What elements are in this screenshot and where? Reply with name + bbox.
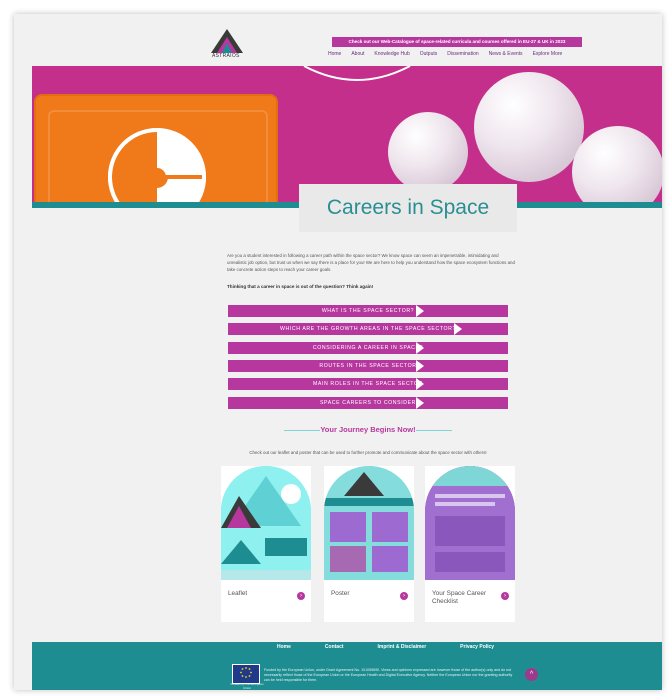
back-to-top-button[interactable]: ^	[525, 668, 538, 681]
footer-link-imprint[interactable]: Imprint & Disclaimer	[378, 644, 427, 650]
card-label: Poster	[331, 590, 350, 597]
eu-caption: Funded by the European Union	[230, 682, 264, 690]
footer-link-home[interactable]: Home	[277, 644, 291, 650]
main-nav: Home About Knowledge Hub Outputs Dissemi…	[328, 51, 562, 57]
arrow-right-icon[interactable]: ›	[501, 592, 509, 600]
footer-links: Home Contact Imprint & Disclaimer Privac…	[277, 644, 494, 650]
poster-thumbnail	[324, 466, 414, 580]
checklist-thumbnail	[425, 466, 515, 580]
arrow-right-icon[interactable]: ›	[400, 592, 408, 600]
topic-label: WHICH ARE THE GROWTH AREAS IN THE SPACE …	[280, 326, 456, 332]
topic-button-considering-career[interactable]: CONSIDERING A CAREER IN SPACE?	[228, 342, 508, 354]
intro-paragraph: Are you a student interested in followin…	[227, 253, 515, 272]
page-title-box: Careers in Space	[299, 184, 517, 232]
site-footer: Home Contact Imprint & Disclaimer Privac…	[32, 642, 662, 690]
card-label: Leaflet	[228, 590, 248, 597]
speech-bubble-icon	[303, 66, 411, 81]
topic-label: WHAT IS THE SPACE SECTOR?	[321, 308, 415, 314]
nav-dissemination[interactable]: Dissemination	[447, 51, 478, 57]
white-sphere-image	[474, 72, 584, 182]
nav-home[interactable]: Home	[328, 51, 341, 57]
topic-button-what-is-space-sector[interactable]: WHAT IS THE SPACE SECTOR?	[228, 305, 508, 317]
nav-explore-more[interactable]: Explore More	[533, 51, 563, 57]
card-label: Your Space Career Checklist	[432, 590, 487, 605]
arrow-right-icon[interactable]: ›	[297, 592, 305, 600]
chevron-right-icon	[416, 397, 424, 409]
topic-button-careers-to-consider[interactable]: SPACE CAREERS TO CONSIDER	[228, 397, 508, 409]
nav-outputs[interactable]: Outputs	[420, 51, 438, 57]
card-leaflet[interactable]: Leaflet ›	[221, 466, 311, 622]
chevron-right-icon	[454, 323, 462, 335]
card-poster[interactable]: Poster ›	[324, 466, 414, 622]
chevron-right-icon	[416, 305, 424, 317]
check-out-text: Check out our leaflet and poster that ca…	[249, 450, 487, 455]
page-title: Careers in Space	[326, 196, 490, 219]
topic-button-growth-areas[interactable]: WHICH ARE THE GROWTH AREAS IN THE SPACE …	[228, 323, 508, 335]
card-checklist[interactable]: Your Space Career Checklist ›	[425, 466, 515, 622]
think-again-text: Thinking that a career in space is out o…	[227, 284, 374, 289]
puzzle-icon	[108, 128, 206, 208]
topic-button-routes[interactable]: ROUTES IN THE SPACE SECTOR	[228, 360, 508, 372]
chevron-right-icon	[416, 360, 424, 372]
white-sphere-image	[388, 112, 468, 192]
divider	[416, 430, 452, 431]
nav-news-events[interactable]: News & Events	[489, 51, 523, 57]
chevron-right-icon	[416, 378, 424, 390]
white-sphere-image	[572, 126, 662, 208]
eu-flag-icon	[232, 664, 260, 684]
promo-banner[interactable]: Check out our Web-Catalogue of space-rel…	[332, 37, 582, 47]
topic-label: SPACE CAREERS TO CONSIDER	[320, 400, 416, 406]
footer-link-contact[interactable]: Contact	[325, 644, 344, 650]
topic-label: CONSIDERING A CAREER IN SPACE?	[312, 345, 424, 351]
topic-button-main-roles[interactable]: MAIN ROLES IN THE SPACE SECTOR	[228, 378, 508, 390]
logo-text: ASTRAIOS	[212, 53, 240, 59]
leaflet-thumbnail	[221, 466, 311, 580]
nav-about[interactable]: About	[351, 51, 364, 57]
topic-label: ROUTES IN THE SPACE SECTOR	[319, 363, 417, 369]
topic-label: MAIN ROLES IN THE SPACE SECTOR	[313, 381, 423, 387]
page-frame: ASTRAIOS Check out our Web-Catalogue of …	[14, 14, 662, 690]
footer-link-privacy[interactable]: Privacy Policy	[460, 644, 494, 650]
journey-heading: Your Journey Begins Now!	[320, 425, 416, 434]
site-header: ASTRAIOS Check out our Web-Catalogue of …	[32, 14, 662, 66]
chevron-right-icon	[416, 342, 424, 354]
nav-knowledge-hub[interactable]: Knowledge Hub	[374, 51, 409, 57]
funding-disclaimer: Funded by the European Union, under Gran…	[264, 668, 513, 682]
